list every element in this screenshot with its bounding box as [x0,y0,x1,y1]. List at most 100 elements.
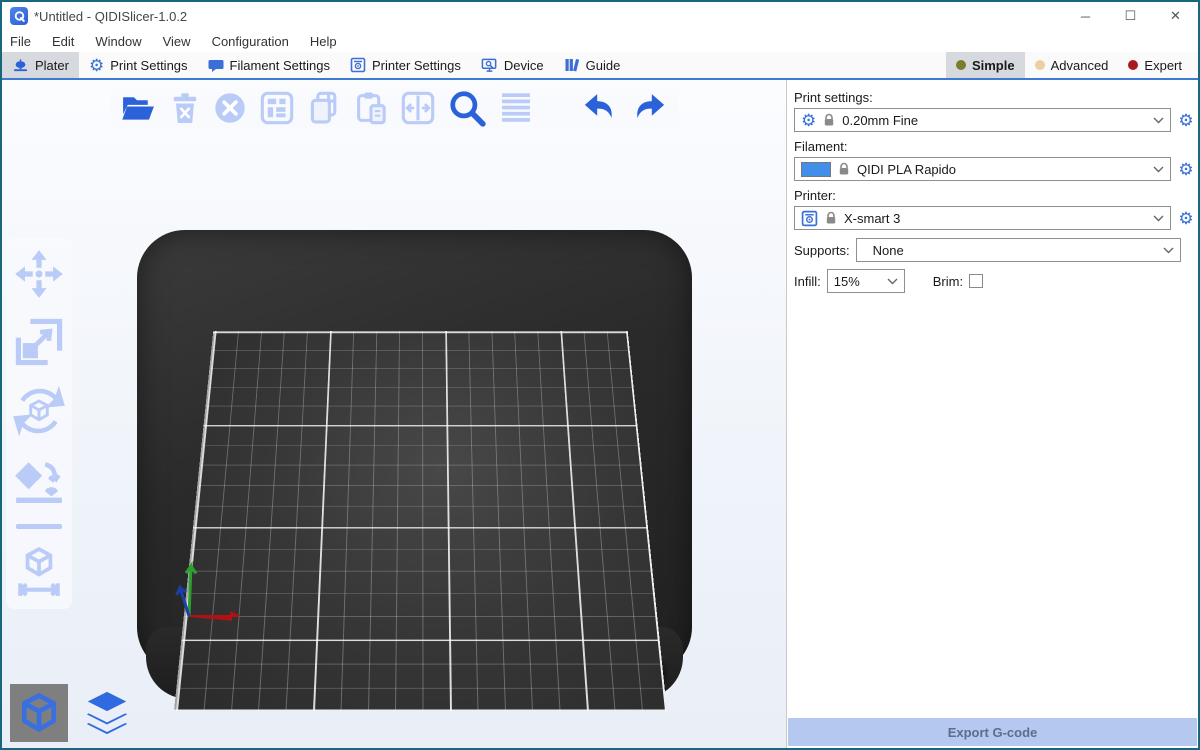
mode-simple[interactable]: Simple [946,52,1025,78]
tab-bar: Plater ⚙ Print Settings Filament Setting… [2,52,1198,80]
tab-label: Print Settings [110,58,187,73]
mode-advanced[interactable]: Advanced [1025,52,1119,78]
paste-icon[interactable] [354,90,388,126]
mode-label: Expert [1144,58,1182,73]
app-logo-icon [10,7,28,25]
lock-icon [823,113,835,127]
search-icon[interactable] [448,89,486,127]
lock-icon [825,211,837,225]
rotate-icon[interactable] [12,384,66,438]
books-icon [564,57,580,73]
undo-icon[interactable] [581,91,618,125]
filament-label: Filament: [794,139,1196,154]
supports-combo[interactable]: None [856,238,1181,262]
infill-combo[interactable]: 15% [827,269,905,293]
3d-editor-view-icon[interactable] [10,684,68,742]
print-settings-combo[interactable]: ⚙ 0.20mm Fine [794,108,1171,132]
menu-window[interactable]: Window [95,34,141,49]
lock-icon [838,162,850,176]
gear-icon: ⚙ [801,112,816,129]
supports-value: None [863,243,1156,258]
maximize-button[interactable]: ☐ [1108,2,1153,30]
settings-panel: Print settings: ⚙ 0.20mm Fine ⚙ Filament… [786,80,1198,748]
gear-icon: ⚙ [89,57,104,74]
tab-label: Device [504,58,544,73]
toolbar-divider [16,524,62,529]
advanced-mode-dot-icon [1035,60,1045,70]
mode-expert[interactable]: Expert [1118,52,1192,78]
tab-label: Printer Settings [372,58,461,73]
printer-gear-button[interactable]: ⚙ [1176,210,1196,227]
open-folder-icon[interactable] [120,92,157,124]
measure-icon[interactable] [12,545,66,599]
chevron-down-icon [1153,117,1164,124]
place-on-face-icon[interactable] [12,454,66,508]
brim-checkbox[interactable] [969,274,983,288]
delete-icon[interactable] [170,91,200,125]
mode-label: Simple [972,58,1015,73]
scale-icon[interactable] [13,316,65,368]
menu-edit[interactable]: Edit [52,34,74,49]
expert-mode-dot-icon [1128,60,1138,70]
device-monitor-icon [481,57,498,73]
printer-icon [801,210,818,227]
preview-layers-view-icon[interactable] [78,684,136,742]
window-title: *Untitled - QIDISlicer-1.0.2 [34,9,187,24]
filament-combo[interactable]: QIDI PLA Rapido [794,157,1171,181]
export-gcode-button[interactable]: Export G-code [788,718,1197,746]
tab-device[interactable]: Device [471,52,554,78]
filament-color-swatch [801,162,831,177]
split-objects-icon[interactable] [401,91,435,125]
left-toolbar [6,238,72,609]
menu-configuration[interactable]: Configuration [212,34,289,49]
chevron-down-icon [1153,166,1164,173]
close-button[interactable]: ✕ [1153,2,1198,30]
app-window: *Untitled - QIDISlicer-1.0.2 ─ ☐ ✕ File … [0,0,1200,750]
arrange-icon[interactable] [260,91,294,125]
printer-icon [350,57,366,73]
print-bed [132,227,697,712]
tab-guide[interactable]: Guide [554,52,631,78]
print-settings-label: Print settings: [794,90,1196,105]
menu-file[interactable]: File [10,34,31,49]
tab-label: Filament Settings [230,58,330,73]
menu-bar: File Edit Window View Configuration Help [2,30,1198,52]
viewport-3d[interactable] [2,80,786,748]
bed-grid-plate [174,331,667,711]
supports-label: Supports: [794,243,850,258]
redo-icon[interactable] [631,91,668,125]
tab-label: Plater [35,58,69,73]
brim-label: Brim: [933,274,963,289]
copy-icon[interactable] [307,90,341,126]
tab-filament-settings[interactable]: Filament Settings [198,52,340,78]
minimize-button[interactable]: ─ [1063,2,1108,30]
chevron-down-icon [1153,215,1164,222]
tab-label: Guide [586,58,621,73]
menu-help[interactable]: Help [310,34,337,49]
filament-value: QIDI PLA Rapido [857,162,1146,177]
mode-selector: Simple Advanced Expert [946,52,1198,78]
menu-view[interactable]: View [163,34,191,49]
axes-origin-icon [167,552,267,632]
mode-label: Advanced [1051,58,1109,73]
print-settings-gear-button[interactable]: ⚙ [1176,112,1196,129]
infill-label: Infill: [794,274,821,289]
printer-value: X-smart 3 [844,211,1146,226]
tab-printer-settings[interactable]: Printer Settings [340,52,471,78]
tab-print-settings[interactable]: ⚙ Print Settings [79,52,198,78]
print-settings-value: 0.20mm Fine [842,113,1146,128]
infill-value: 15% [834,274,883,289]
printer-combo[interactable]: X-smart 3 [794,206,1171,230]
top-toolbar [110,86,678,130]
title-bar: *Untitled - QIDISlicer-1.0.2 ─ ☐ ✕ [2,2,1198,30]
simple-mode-dot-icon [956,60,966,70]
tab-plater[interactable]: Plater [2,52,79,78]
filament-icon [208,58,224,73]
chevron-down-icon [1163,247,1174,254]
delete-all-icon[interactable] [213,91,247,125]
printer-label: Printer: [794,188,1196,203]
view-switcher [10,684,136,742]
filament-gear-button[interactable]: ⚙ [1176,161,1196,178]
move-icon[interactable] [13,248,65,300]
layers-list-icon[interactable] [499,90,533,126]
